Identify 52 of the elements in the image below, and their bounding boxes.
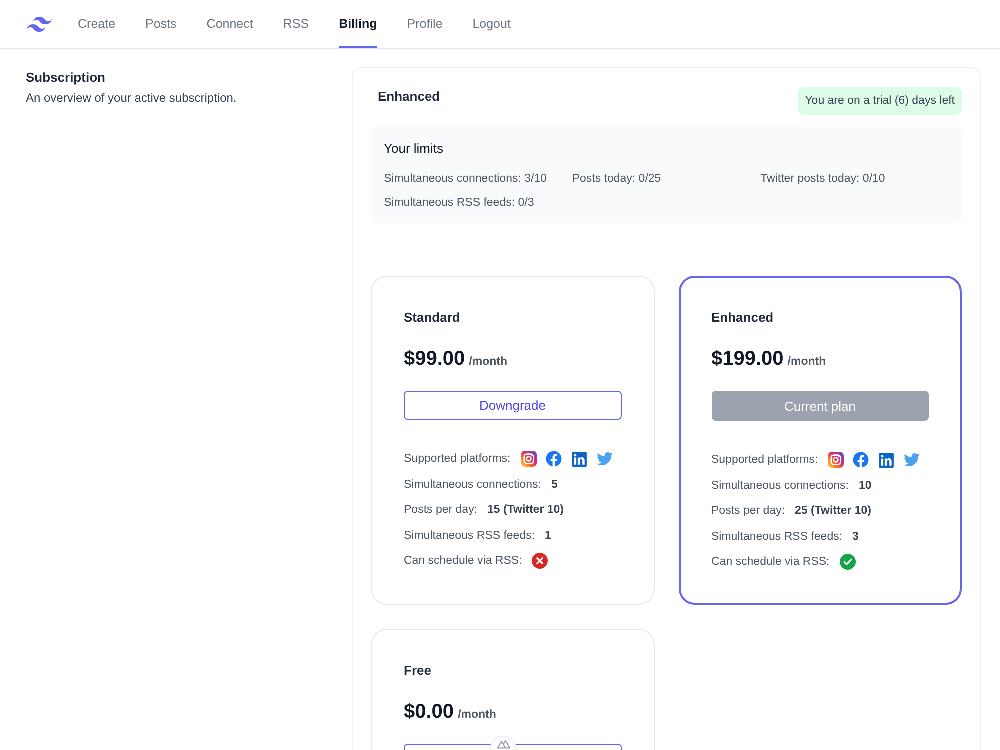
feature-label: Posts per day:	[404, 504, 478, 516]
plan-name: Standard	[404, 309, 462, 327]
feature-value: 1	[545, 530, 552, 542]
limit-text: Simultaneous RSS feeds: 0/3	[384, 196, 536, 211]
nav-link[interactable]: Logout	[472, 0, 511, 48]
bird-icon	[596, 451, 613, 467]
price-period: /month	[788, 356, 826, 368]
feature-label: Supported platforms:	[712, 454, 818, 466]
limits-title: Your limits	[384, 141, 444, 157]
plan-price: $99.00	[404, 347, 466, 371]
limit-text: Twitter posts today: 0/10	[760, 172, 886, 187]
nav-link[interactable]: RSS	[283, 0, 310, 48]
feature-label: Simultaneous connections:	[404, 478, 542, 490]
feature-label: Simultaneous RSS feeds:	[712, 530, 843, 542]
limit-text: Simultaneous connections: 3/10	[384, 172, 548, 187]
instagram-icon	[520, 451, 537, 467]
nav-link[interactable]: Connect	[206, 0, 254, 48]
plan-name: Enhanced	[712, 309, 775, 327]
facebook-icon	[546, 451, 562, 467]
linkedin-icon	[570, 450, 588, 468]
feature-label: Posts per day:	[712, 505, 786, 517]
nav-link[interactable]: Profile	[407, 0, 443, 48]
plan-price: $0.00	[404, 700, 454, 724]
instagram-icon	[828, 452, 844, 468]
plan-price: $199.00	[712, 347, 784, 371]
feature-value: 15 (Twitter 10)	[488, 504, 564, 516]
plan-button[interactable]: Downgrade	[404, 391, 622, 420]
plan-name: Free	[404, 662, 432, 680]
bird-icon	[904, 452, 920, 468]
current-plan-title: Enhanced	[378, 89, 440, 105]
limit-text: Posts today: 0/25	[572, 172, 662, 187]
nav-link[interactable]: Create	[78, 0, 116, 48]
section-description: An overview of your active subscription.	[26, 90, 238, 106]
feature-value: 5	[551, 478, 558, 490]
nav-link[interactable]: Posts	[146, 0, 177, 48]
price-period: /month	[458, 709, 496, 721]
linkedin-icon	[878, 452, 896, 468]
feature-value: 3	[852, 530, 859, 542]
price-period: /month	[469, 356, 508, 368]
nav-link[interactable]: Billing	[339, 0, 378, 48]
feature-label: Simultaneous RSS feeds:	[404, 530, 536, 542]
feature-label: Simultaneous connections:	[712, 480, 849, 492]
feature-label: Can schedule via RSS:	[712, 556, 830, 568]
feature-label: Supported platforms:	[404, 453, 511, 465]
mountain-icon	[496, 740, 510, 749]
facebook-icon	[853, 452, 870, 468]
waves-logo-icon[interactable]	[27, 16, 52, 32]
feature-value: 10	[858, 480, 872, 492]
section-title: Subscription	[26, 69, 106, 87]
trial-badge: You are on a trial (6) days left	[798, 87, 962, 115]
feature-label: Can schedule via RSS:	[404, 555, 522, 567]
feature-value: 25 (Twitter 10)	[795, 505, 872, 517]
